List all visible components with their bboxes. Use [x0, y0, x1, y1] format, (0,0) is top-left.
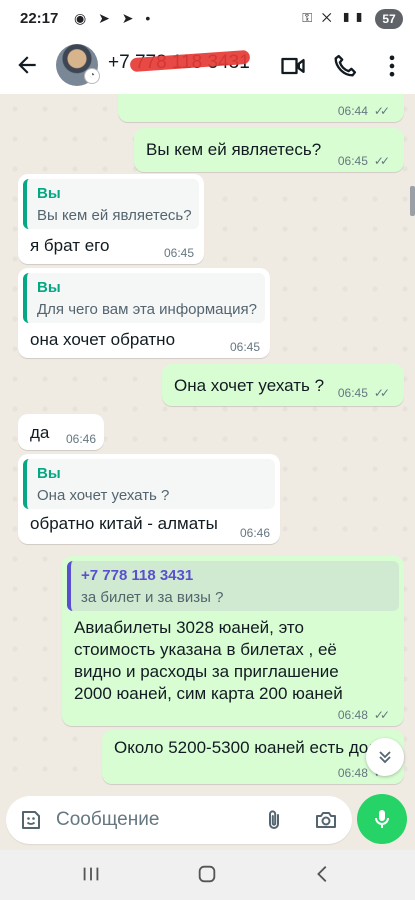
message-bubble-outgoing[interactable]: Около 5200-5300 юаней есть дол 06:48✓✓	[102, 730, 404, 784]
quote-text: Для чего вам эта информация?	[37, 301, 257, 318]
back-icon[interactable]	[312, 863, 334, 885]
phone-icon[interactable]	[331, 52, 359, 80]
video-call-icon[interactable]	[279, 52, 307, 80]
double-chevron-down-icon	[379, 751, 391, 764]
message-text: Вы кем ей являетесь?	[146, 140, 322, 159]
read-ticks-icon: ✓✓	[373, 104, 390, 118]
message-bubble-outgoing[interactable]: Она хочет уехать ? 06:45 ✓✓	[162, 364, 404, 406]
message-time: 06:46	[65, 432, 96, 446]
message-time: 06:45	[163, 246, 194, 260]
message-bubble-outgoing[interactable]: Вы кем ей являетесь? 06:45 ✓✓	[134, 128, 404, 172]
notification-icons: ◉ ➤ ➤ •	[74, 10, 155, 26]
status-ring-icon: ◔	[84, 68, 100, 84]
status-bar: 22:17 ◉ ➤ ➤ • ⚿ ✕ ▮▮ 57	[0, 0, 415, 38]
composer: Сообщение	[0, 794, 415, 850]
message-text-line: 2000 юаней, сим карта 200 юаней	[74, 684, 343, 703]
back-arrow-icon[interactable]	[14, 52, 40, 78]
message-time: 06:48	[337, 766, 368, 780]
message-bubble-outgoing[interactable]: +7 778 118 3431 за билет и за визы ? Ави…	[62, 556, 404, 726]
message-list[interactable]: 06:44 ✓✓ Вы кем ей являетесь? 06:45 ✓✓ Вы …	[0, 94, 415, 794]
camera-icon[interactable]	[314, 808, 338, 832]
message-time: 06:48	[337, 708, 368, 722]
message-time: 06:44	[337, 104, 368, 118]
message-text: Около 5200-5300 юаней есть дол	[114, 738, 378, 757]
sticker-icon[interactable]	[19, 808, 43, 832]
message-bubble-outgoing[interactable]: 06:44 ✓✓	[118, 94, 404, 122]
read-ticks-icon: ✓✓	[373, 154, 390, 168]
battery-icon: 57	[375, 9, 403, 29]
message-time: 06:45	[337, 154, 368, 168]
quote-text: Вы кем ей являетесь?	[37, 207, 192, 224]
message-time: 06:45	[337, 386, 368, 400]
system-navigation-bar	[0, 850, 415, 900]
message-bubble-incoming[interactable]: Вы Вы кем ей являетесь? я брат его 06:45	[18, 174, 204, 264]
message-input-placeholder: Сообщение	[56, 809, 160, 830]
quote-text: Она хочет уехать ?	[37, 487, 170, 504]
message-bubble-incoming[interactable]: Вы Для чего вам эта информация? она хоче…	[18, 268, 270, 358]
more-vert-icon[interactable]	[378, 52, 406, 80]
message-bubble-incoming[interactable]: Вы Она хочет уехать ? обратно китай - ал…	[18, 454, 280, 544]
quote-author: Вы	[37, 279, 61, 296]
message-bubble-incoming[interactable]: да 06:46	[18, 414, 104, 450]
quote-text: за билет и за визы ?	[81, 589, 224, 606]
message-text-line: стоимость указана в билетах , её	[74, 640, 337, 659]
message-text-line: видно и расходы за приглашение	[74, 662, 339, 681]
quote-author: Вы	[37, 185, 61, 202]
message-input[interactable]: Сообщение	[6, 796, 352, 844]
scrollbar[interactable]	[410, 186, 415, 216]
scroll-to-bottom-button[interactable]	[366, 738, 404, 776]
message-text: Она хочет уехать ?	[174, 376, 325, 395]
chat-header: ◔ +7 778 118 3431	[0, 38, 415, 94]
attach-icon[interactable]	[262, 808, 286, 832]
recent-apps-icon[interactable]	[80, 863, 102, 885]
quoted-message[interactable]: Вы Для чего вам эта информация?	[23, 273, 265, 323]
status-time: 22:17	[20, 10, 59, 27]
microphone-icon	[375, 810, 389, 828]
message-time: 06:45	[229, 340, 260, 354]
read-ticks-icon: ✓✓	[373, 386, 390, 400]
quote-author: Вы	[37, 465, 61, 482]
message-text-line: Авиабилеты 3028 юаней, это	[74, 618, 304, 637]
message-text: я брат его	[30, 236, 110, 255]
quoted-message[interactable]: Вы Вы кем ей являетесь?	[23, 179, 199, 229]
message-text: обратно китай - алматы	[30, 514, 218, 533]
quote-author: +7 778 118 3431	[81, 567, 194, 584]
home-icon[interactable]	[196, 863, 218, 885]
read-ticks-icon: ✓✓	[373, 708, 390, 722]
quoted-message[interactable]: +7 778 118 3431 за билет и за визы ?	[67, 561, 399, 611]
message-time: 06:46	[239, 526, 270, 540]
quoted-message[interactable]: Вы Она хочет уехать ?	[23, 459, 275, 509]
voice-message-button[interactable]	[357, 794, 407, 844]
message-text: да	[30, 423, 50, 442]
message-text: она хочет обратно	[30, 330, 176, 349]
system-icons: ⚿ ✕ ▮▮	[302, 10, 367, 25]
